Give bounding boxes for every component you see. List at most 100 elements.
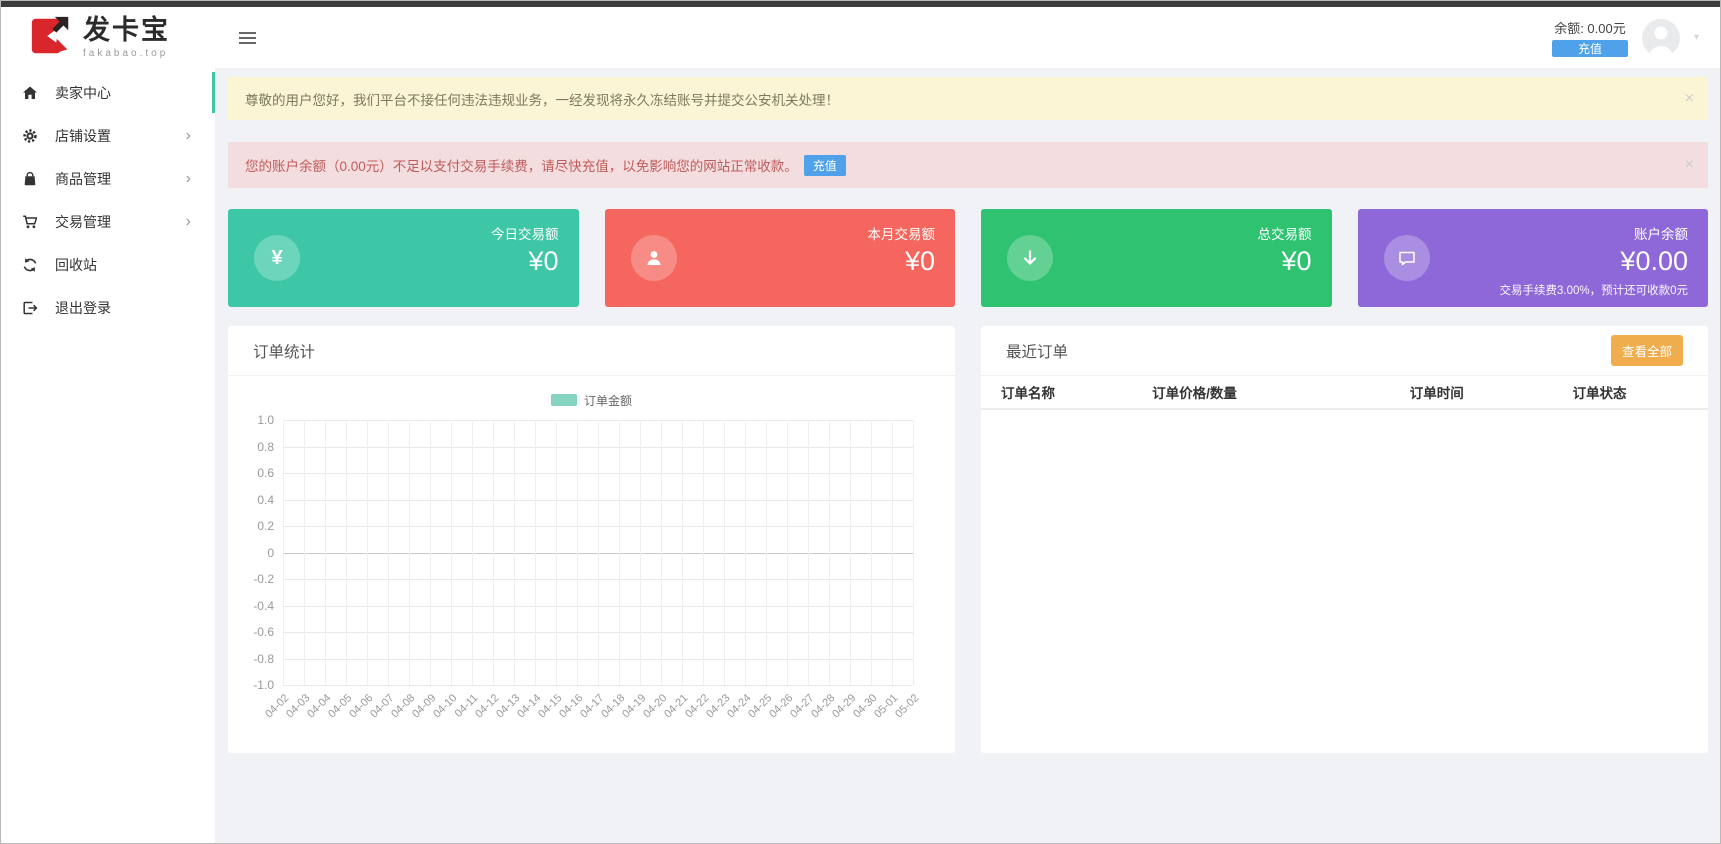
sidebar-item-trade-management[interactable]: 交易管理 › <box>0 200 215 243</box>
column-header-0: 订单名称 <box>1001 386 1055 401</box>
gridline-v <box>913 420 914 685</box>
gridline-h <box>283 685 913 686</box>
balance-alert-text: 您的账户余额（0.00元）不足以支付交易手续费，请尽快充值，以免影响您的网站正常… <box>245 159 798 174</box>
y-axis-tick-label: 0 <box>267 545 274 560</box>
warning-alert: 尊敬的用户您好，我们平台不接任何违法违规业务，一经发现将永久冻结账号并提交公安机… <box>228 77 1708 120</box>
orders-table-body <box>981 410 1708 753</box>
x-axis-tick-label: 04-18 <box>599 692 628 721</box>
y-axis-tick-label: -0.6 <box>253 625 274 639</box>
sidebar-item-recycle-bin[interactable]: 回收站 <box>0 243 215 286</box>
recent-orders-panel: 最近订单 查看全部 订单名称 订单价格/数量 订单时间 订单状态 <box>981 326 1708 753</box>
recent-orders-title: 最近订单 <box>1006 343 1069 361</box>
x-axis-tick-label: 04-05 <box>326 692 355 721</box>
recharge-button[interactable]: 充值 <box>1551 40 1628 57</box>
x-axis-tick-label: 04-26 <box>767 692 796 721</box>
x-axis-tick-label: 04-13 <box>494 692 523 721</box>
recycle-icon <box>22 257 39 273</box>
column-header-2: 订单时间 <box>1409 386 1464 401</box>
chart-plot: 1.0 0.8 0.6 0.4 0.2 0 -0.2 -0.4 -0.6 -0.8 -1.0 04-0… <box>253 413 921 720</box>
brand-name: 发卡宝 <box>83 15 170 45</box>
gridline-v <box>283 420 284 685</box>
stat-card-total-trade: 总交易额 ¥0 <box>981 209 1332 307</box>
gridline-v <box>787 420 788 685</box>
gridline-v <box>640 420 641 685</box>
brand-domain: fakabao.top <box>83 48 169 59</box>
chevron-right-icon: › <box>185 212 191 230</box>
header: 余额: 0.00元 充值 ▾ <box>215 7 1721 69</box>
legend-swatch <box>550 394 577 406</box>
chevron-down-icon[interactable]: ▾ <box>1694 32 1699 43</box>
chart-legend[interactable]: 订单金额 <box>228 393 955 408</box>
sidebar-item-seller-center[interactable]: 卖家中心 <box>0 71 215 114</box>
stat-card-value: ¥0.00 <box>1620 246 1688 276</box>
alert-recharge-button[interactable]: 充值 <box>803 154 846 176</box>
order-stats-title: 订单统计 <box>253 343 316 361</box>
x-axis-tick-label: 04-23 <box>704 692 733 721</box>
stat-card-note: 交易手续费3.00%，预计还可收款0元 <box>1499 285 1688 297</box>
menu-toggle-icon[interactable] <box>237 28 258 48</box>
stat-card-label: 总交易额 <box>1257 227 1312 242</box>
gridline-v <box>661 420 662 685</box>
arrow-down-icon <box>1007 235 1053 281</box>
gridline-v <box>451 420 452 685</box>
x-axis-tick-label: 04-24 <box>725 692 754 721</box>
stat-card-label: 本月交易额 <box>867 227 936 242</box>
x-axis-tick-label: 04-03 <box>284 692 313 721</box>
gridline-v <box>304 420 305 685</box>
x-axis-tick-label: 04-02 <box>263 692 292 721</box>
sidebar-item-label: 商品管理 <box>55 170 111 187</box>
order-stats-panel: 订单统计 订单金额 1.0 0.8 0.6 0.4 0.2 0 -0.2 -0.4 -0.6 -0… <box>228 326 955 753</box>
y-axis-tick-label: 0.8 <box>257 439 274 454</box>
content: 尊敬的用户您好，我们平台不接任何违法违规业务，一经发现将永久冻结账号并提交公安机… <box>215 69 1721 844</box>
sidebar-item-logout[interactable]: 退出登录 <box>0 286 215 329</box>
stat-card-value: ¥0 <box>1281 246 1312 276</box>
x-axis-tick-label: 04-10 <box>431 692 460 721</box>
gridline-v <box>346 420 347 685</box>
sidebar-item-label: 退出登录 <box>55 299 111 316</box>
y-axis-tick-label: -1.0 <box>253 678 274 692</box>
x-axis-tick-label: 04-04 <box>305 692 334 721</box>
gridline-v <box>535 420 536 685</box>
gridline-v <box>367 420 368 685</box>
gridline-v <box>892 420 893 685</box>
gridline-v <box>577 420 578 685</box>
column-header-3: 订单状态 <box>1572 386 1627 401</box>
close-icon[interactable]: × <box>1685 90 1694 107</box>
chat-icon <box>1383 235 1430 281</box>
brand-logo[interactable]: 发卡宝 fakabao.top <box>0 7 215 69</box>
gridline-v <box>556 420 557 685</box>
gridline-v <box>619 420 620 685</box>
gridline-v <box>493 420 494 685</box>
x-axis-tick-label: 04-20 <box>641 692 670 721</box>
view-all-button[interactable]: 查看全部 <box>1610 335 1683 366</box>
gridline-v <box>829 420 830 685</box>
x-axis-tick-label: 04-21 <box>662 692 691 721</box>
y-axis-tick-label: 0.2 <box>257 519 274 533</box>
x-axis-tick-label: 04-16 <box>557 692 586 721</box>
close-icon[interactable]: × <box>1685 157 1694 173</box>
gridline-v <box>808 420 809 685</box>
sidebar-item-shop-settings[interactable]: 店铺设置 › <box>0 114 215 157</box>
x-axis-tick-label: 04-27 <box>788 692 817 721</box>
legend-label: 订单金额 <box>583 393 632 408</box>
gridline-v <box>724 420 725 685</box>
orders-table-header: 订单名称 订单价格/数量 订单时间 订单状态 <box>981 376 1708 410</box>
x-axis-tick-label: 04-28 <box>809 692 838 721</box>
gridline-v <box>745 420 746 685</box>
avatar[interactable] <box>1641 18 1680 57</box>
x-axis-tick-label: 04-22 <box>683 692 712 721</box>
x-axis-tick-label: 04-17 <box>578 692 607 721</box>
sidebar-item-label: 回收站 <box>55 256 97 273</box>
sidebar-item-label: 店铺设置 <box>55 127 111 144</box>
column-header-1: 订单价格/数量 <box>1152 386 1237 401</box>
logout-icon <box>22 300 39 316</box>
sidebar-item-label: 交易管理 <box>55 213 111 230</box>
stat-card-month-trade: 本月交易额 ¥0 <box>604 209 955 307</box>
y-axis-tick-label: 1.0 <box>257 413 274 427</box>
sidebar: 发卡宝 fakabao.top 卖家中心 店铺设置 › 商品管理 › 交易管理 › 回收站 退出… <box>0 7 215 844</box>
home-icon <box>22 85 39 101</box>
warning-alert-text: 尊敬的用户您好，我们平台不接任何违法违规业务，一经发现将永久冻结账号并提交公安机… <box>245 92 839 108</box>
sidebar-item-product-management[interactable]: 商品管理 › <box>0 157 215 200</box>
x-axis-tick-label: 04-08 <box>389 692 418 721</box>
gridline-v <box>598 420 599 685</box>
